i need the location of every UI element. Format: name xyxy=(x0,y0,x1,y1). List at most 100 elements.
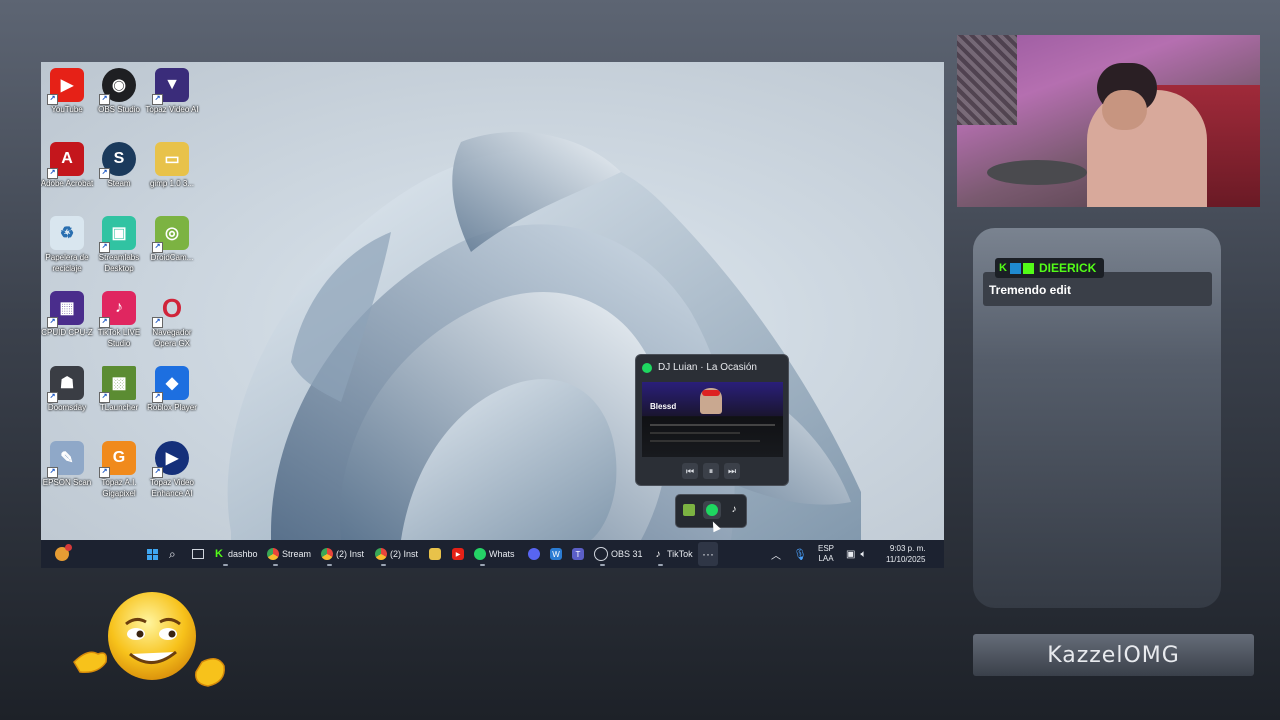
kick-icon: K xyxy=(213,548,225,560)
widgets-button[interactable] xyxy=(55,540,72,568)
tiktok-live-icon: ♪ ↗ xyxy=(99,291,136,328)
desktop-icon-streamlabs[interactable]: ▣ ↗ Streamlabs Desktop xyxy=(89,216,149,274)
chrome-icon xyxy=(375,548,387,560)
pause-button[interactable]: ⏸ xyxy=(703,463,719,479)
gigapixel-icon: G ↗ xyxy=(99,441,136,478)
streamer-nameplate: KazzelOMG xyxy=(973,634,1254,676)
language-switcher[interactable]: ESP LAA xyxy=(818,540,834,568)
show-hidden-icons-button[interactable]: ︿ xyxy=(771,540,781,568)
desktop-icon-steam[interactable]: S ↗ Steam xyxy=(89,142,149,189)
tlauncher-icon: ▩ ↗ xyxy=(99,366,136,403)
desktop-icon-tiktok-live[interactable]: ♪ ↗ TikTok LIVE Studio xyxy=(89,291,149,349)
cpuz-icon: ▦ ↗ xyxy=(47,291,84,328)
kick-logo-icon: K xyxy=(999,262,1007,274)
desktop-icon-topaz-video[interactable]: ▼ ↗ Topaz Video AI xyxy=(142,68,202,115)
spotify-icon xyxy=(642,363,652,373)
roblox-icon: ◆ ↗ xyxy=(152,366,189,403)
more-apps-button[interactable]: ··· xyxy=(698,542,718,566)
skip-next-icon: ⏭ xyxy=(727,465,737,476)
whatsapp-icon xyxy=(474,548,486,560)
chrome-icon xyxy=(267,548,279,560)
search-button[interactable]: ⌕ xyxy=(169,540,176,568)
thumbnail-text: Blessd xyxy=(650,402,677,411)
media-title: DJ Luian · La Ocasión xyxy=(658,362,757,373)
desktop-capture: ▶ ↗ YouTube ◉ ↗ OBS Studio ▼ ↗ Topaz Video … xyxy=(41,62,944,540)
start-button[interactable] xyxy=(147,540,158,568)
desktop-icon-obs[interactable]: ◉ ↗ OBS Studio xyxy=(89,68,149,115)
streamlabs-icon: ▣ ↗ xyxy=(99,216,136,253)
microphone-icon: 🎙︎ xyxy=(793,548,807,561)
chat-panel: Tremendo edit xyxy=(973,228,1221,608)
scanner-icon: ✎ ↗ xyxy=(47,441,84,478)
pause-icon: ⏸ xyxy=(708,465,714,476)
taskbar-app-chrome-inst-1[interactable]: (2) Inst xyxy=(321,540,364,568)
chrome-icon xyxy=(321,548,333,560)
previous-track-button[interactable]: ⏮ xyxy=(682,463,698,479)
windows-logo-icon xyxy=(147,548,158,560)
desktop-icon-opera-gx[interactable]: O ↗ Navegador Opera GX xyxy=(142,291,202,349)
topaz-icon: ▼ ↗ xyxy=(152,68,189,105)
task-view-icon xyxy=(192,549,204,559)
word-icon: W xyxy=(550,548,562,560)
tray-overflow-flyout: ♪ xyxy=(675,494,747,533)
tiktok-icon: ♪ xyxy=(652,548,664,560)
desktop-icon-roblox[interactable]: ◆ ↗ Roblox Player xyxy=(142,366,202,413)
droidcam-icon: ◎ ↗ xyxy=(152,216,189,253)
taskbar: ⌕ K dashbo Stream (2) Inst (2) Inst ▶ Wh… xyxy=(41,540,944,568)
doomsday-icon: ☗ ↗ xyxy=(47,366,84,403)
topaz-enhance-icon: ▶ ↗ xyxy=(152,441,189,478)
webcam-feed xyxy=(957,35,1260,207)
opera-gx-icon: O ↗ xyxy=(152,291,189,328)
desktop-icon-droidcam[interactable]: ◎ ↗ DroidCam... xyxy=(142,216,202,263)
acrobat-icon: A ↗ xyxy=(47,142,84,179)
volume-icon: 🔈︎ xyxy=(860,548,867,560)
streamer-name: KazzelOMG xyxy=(1047,642,1180,668)
taskbar-app-kick[interactable]: K dashbo xyxy=(213,540,258,568)
taskbar-app-obs[interactable]: OBS 31 xyxy=(594,540,643,568)
youtube-icon: ▶ ↗ xyxy=(47,68,84,105)
task-view-button[interactable] xyxy=(192,540,204,568)
discord-icon xyxy=(528,548,540,560)
tray-droidcam-icon[interactable] xyxy=(683,504,695,516)
media-flyout[interactable]: DJ Luian · La Ocasión Blessd ⏮ ⏸ ⏭ xyxy=(635,354,789,486)
taskbar-app-file-explorer[interactable] xyxy=(429,540,444,568)
quick-settings-button[interactable]: ▣ 🔈︎ xyxy=(846,540,866,568)
weather-widget-icon xyxy=(55,544,72,561)
desktop-icon-tlauncher[interactable]: ▩ ↗ TLauncher xyxy=(89,366,149,413)
taskbar-app-teams[interactable]: T xyxy=(572,540,587,568)
teams-icon: T xyxy=(572,548,584,560)
verified-badge-icon xyxy=(1009,262,1021,274)
tray-spotify-icon[interactable] xyxy=(703,501,721,519)
chevron-up-icon: ︿ xyxy=(771,550,781,562)
taskbar-app-chrome-stream[interactable]: Stream xyxy=(267,540,311,568)
steam-icon: S ↗ xyxy=(99,142,136,179)
chat-username: DIEERICK xyxy=(1038,261,1097,275)
desktop-icon-gimp-folder[interactable]: ▭ gimp 1.0 3... xyxy=(142,142,202,189)
taskbar-app-youtube[interactable]: ▶ xyxy=(452,540,467,568)
network-icon: ▣ xyxy=(846,548,856,560)
smirk-emoji-icon xyxy=(73,592,225,687)
folder-icon: ▭ xyxy=(155,142,189,176)
obs-icon: ◉ ↗ xyxy=(99,68,136,105)
desktop-icon-topaz-video-enhance[interactable]: ▶ ↗ Topaz Video Enhance AI xyxy=(142,441,202,499)
taskbar-app-word[interactable]: W xyxy=(550,540,565,568)
folder-icon xyxy=(429,548,441,560)
microphone-button[interactable]: 🎙︎ xyxy=(793,540,807,568)
taskbar-app-chrome-inst-2[interactable]: (2) Inst xyxy=(375,540,418,568)
desktop-icon-topaz-gigapixel[interactable]: G ↗ Topaz A.I. Gigapixel xyxy=(89,441,149,499)
youtube-icon: ▶ xyxy=(452,548,464,560)
obs-icon xyxy=(594,547,608,561)
more-icon: ··· xyxy=(702,547,714,561)
next-track-button[interactable]: ⏭ xyxy=(724,463,740,479)
taskbar-app-whatsapp[interactable]: Whats xyxy=(474,540,515,568)
clock[interactable]: 9:03 p. m. 11/10/2025 xyxy=(886,540,925,568)
skip-previous-icon: ⏮ xyxy=(685,465,695,476)
search-icon: ⌕ xyxy=(169,546,176,561)
taskbar-app-discord[interactable] xyxy=(528,540,543,568)
taskbar-app-tiktok[interactable]: ♪ TikTok xyxy=(652,540,693,568)
recycle-bin-icon: ♻ xyxy=(50,216,84,250)
founder-badge-icon xyxy=(1022,262,1034,274)
media-thumbnail: Blessd xyxy=(642,382,783,457)
chat-message-text: Tremendo edit xyxy=(989,283,1072,297)
tray-tiktok-icon[interactable]: ♪ xyxy=(728,504,740,516)
